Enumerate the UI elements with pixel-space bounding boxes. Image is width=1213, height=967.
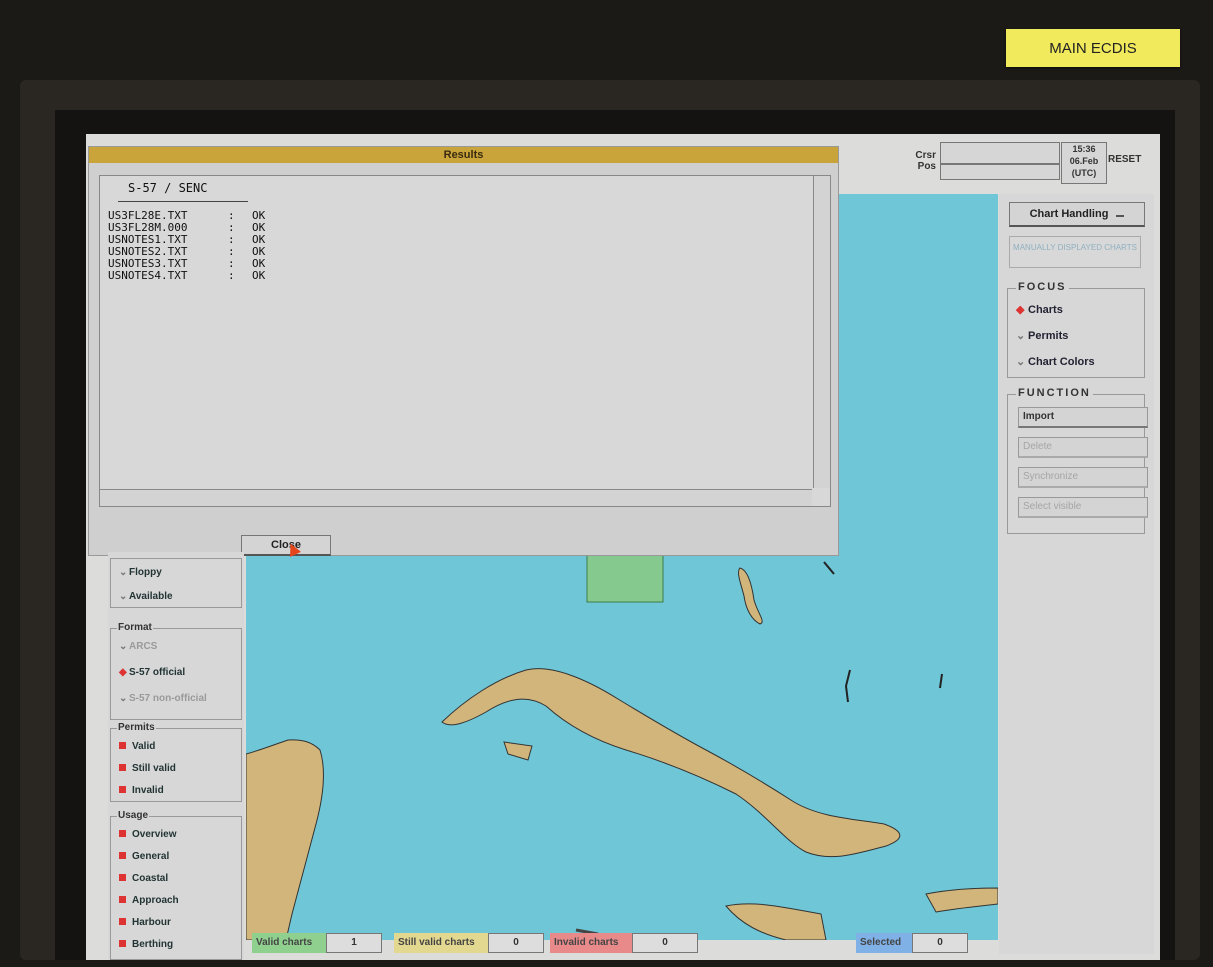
land-cuba [441, 668, 901, 858]
clock-time: 15:36 [1072, 144, 1096, 154]
radio-selected-icon: ◆ [1016, 304, 1025, 316]
result-separator: : [228, 269, 235, 282]
land-right-island [925, 887, 998, 913]
results-heading: S-57 / SENC [128, 181, 208, 195]
checkbox-checked-icon [119, 918, 126, 925]
cursor-readout [940, 142, 1060, 164]
land-bahamas-mark [844, 669, 851, 703]
format-s57-non-official[interactable]: ⌄ S-57 non-official [119, 693, 207, 704]
selected-label: Selected [856, 933, 914, 953]
format-arcs[interactable]: ⌄ ARCS [119, 641, 157, 652]
utc-clock: 15:36 06.Feb (UTC) [1061, 142, 1107, 184]
chart-handling-label: Chart Handling [1029, 208, 1109, 220]
import-button[interactable]: Import [1018, 407, 1148, 428]
checkbox-checked-icon [119, 940, 126, 947]
horizontal-scrollbar[interactable] [100, 489, 812, 506]
left-panel: ⌄ Floppy ⌄ Available Format ⌄ ARCS ◆ S-57 of… [108, 552, 244, 960]
valid-charts-count: 1 [326, 933, 382, 953]
usage-group: Usage Overview General Coastal Approach … [110, 810, 242, 960]
checkbox-checked-icon [119, 852, 126, 859]
checkbox-checked-icon [119, 786, 126, 793]
checkbox-checked-icon [119, 874, 126, 881]
cursor-pos-labels: Crsr Pos [908, 150, 936, 172]
function-group: FUNCTION Import Delete Synchronize Selec… [1007, 387, 1148, 534]
heading-underline [118, 201, 248, 202]
ecdis-screen: Results S-57 / SENC US3FL28E.TXT: OK US3FL… [86, 134, 1160, 960]
clock-tz: (UTC) [1071, 168, 1097, 178]
radio-unselected-icon: ⌄ [1016, 330, 1026, 342]
select-visible-button[interactable]: Select visible [1018, 497, 1148, 518]
source-floppy[interactable]: ⌄ Floppy [119, 567, 162, 578]
radio-unselected-icon: ⌄ [1016, 356, 1026, 368]
focus-option-charts[interactable]: ◆ Charts [1016, 303, 1063, 316]
radio-selected-icon: ◆ [119, 667, 127, 678]
vertical-scrollbar[interactable] [813, 176, 830, 488]
radio-unselected-icon: ⌄ [119, 591, 128, 602]
results-list: US3FL28E.TXT: OK US3FL28M.000: OK USNOTES1.T… [108, 210, 265, 282]
land-florida-keys-island [738, 567, 763, 625]
results-title: Results [89, 147, 838, 163]
result-file-name: USNOTES4.TXT [108, 269, 188, 282]
results-text-area: S-57 / SENC US3FL28E.TXT: OK US3FL28M.000:… [99, 175, 831, 507]
chart-coverage-box [586, 549, 664, 603]
permits-title: Permits [117, 722, 156, 733]
still-valid-charts-label: Still valid charts [394, 933, 490, 953]
land-small-island [503, 741, 533, 761]
pos-label: Pos [917, 161, 936, 172]
radio-unselected-icon: ⌄ [119, 693, 128, 704]
valid-charts-label: Valid charts [252, 933, 328, 953]
clock-date: 06.Feb [1069, 156, 1099, 166]
land-small-mark [939, 673, 943, 689]
usage-coastal[interactable]: Coastal [119, 873, 168, 884]
checkbox-checked-icon [119, 764, 126, 771]
permit-invalid[interactable]: Invalid [119, 785, 164, 796]
checkbox-checked-icon [119, 830, 126, 837]
format-group: Format ⌄ ARCS ◆ S-57 official ⌄ S-57 non-of… [110, 622, 242, 720]
status-bar: Valid charts 1 Still valid charts 0 Inva… [252, 931, 992, 955]
function-title: FUNCTION [1016, 387, 1093, 399]
checkbox-checked-icon [119, 742, 126, 749]
source-group: ⌄ Floppy ⌄ Available [110, 558, 242, 608]
usage-approach[interactable]: Approach [119, 895, 179, 906]
invalid-charts-label: Invalid charts [550, 933, 634, 953]
usage-berthing[interactable]: Berthing [119, 939, 173, 950]
position-readout [940, 164, 1060, 180]
focus-option-permits[interactable]: ⌄ Permits [1016, 329, 1068, 342]
source-available[interactable]: ⌄ Available [119, 591, 173, 602]
permits-group: Permits Valid Still valid Invalid [110, 722, 242, 802]
land-top-mark [823, 561, 835, 575]
usage-general[interactable]: General [119, 851, 169, 862]
focus-option-chart-colors[interactable]: ⌄ Chart Colors [1016, 355, 1095, 368]
selected-count: 0 [912, 933, 968, 953]
still-valid-charts-count: 0 [488, 933, 544, 953]
reset-button[interactable]: RESET [1108, 154, 1141, 165]
focus-title: FOCUS [1016, 281, 1069, 293]
invalid-charts-count: 0 [632, 933, 698, 953]
radio-unselected-icon: ⌄ [119, 567, 128, 578]
chart-handling-dropdown[interactable]: Chart Handling [1009, 202, 1145, 227]
right-panel: Chart Handling MANUALLY DISPLAYED CHARTS… [999, 194, 1154, 954]
dropdown-icon [1116, 211, 1125, 217]
focus-group: FOCUS ◆ Charts ⌄ Permits ⌄ Chart Colors [1007, 281, 1145, 378]
results-dialog: Results S-57 / SENC US3FL28E.TXT: OK US3FL… [88, 146, 839, 557]
usage-title: Usage [117, 810, 150, 821]
usage-harbour[interactable]: Harbour [119, 917, 171, 928]
result-line: USNOTES4.TXT: OK [108, 270, 265, 282]
manually-displayed-charts-button[interactable]: MANUALLY DISPLAYED CHARTS [1009, 236, 1141, 268]
format-s57-official[interactable]: ◆ S-57 official [119, 667, 185, 678]
delete-button[interactable]: Delete [1018, 437, 1148, 458]
radio-unselected-icon: ⌄ [119, 641, 128, 652]
permit-still-valid[interactable]: Still valid [119, 763, 176, 774]
synchronize-button[interactable]: Synchronize [1018, 467, 1148, 488]
format-title: Format [117, 622, 153, 633]
permit-valid[interactable]: Valid [119, 741, 155, 752]
main-ecdis-sticker: MAIN ECDIS [1006, 29, 1180, 67]
result-status: OK [252, 269, 266, 282]
land-yucatan [246, 739, 324, 940]
usage-overview[interactable]: Overview [119, 829, 176, 840]
crsr-label: Crsr [915, 150, 936, 161]
checkbox-checked-icon [119, 896, 126, 903]
